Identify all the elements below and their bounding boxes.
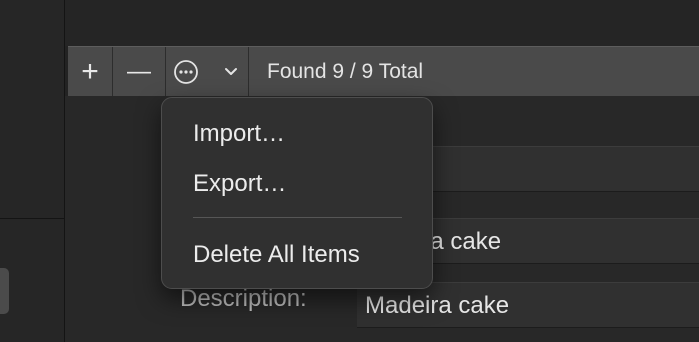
add-button[interactable]: +	[68, 47, 112, 96]
ellipsis-circle-icon	[174, 59, 198, 84]
description-label: Description:	[180, 285, 307, 312]
chevron-down-icon	[225, 67, 237, 75]
actions-menu: Import… Export… Delete All Items	[161, 97, 433, 289]
menu-item-delete-all[interactable]: Delete All Items	[193, 241, 360, 269]
menu-item-export[interactable]: Export…	[193, 170, 286, 198]
description-field-value: Madeira cake	[365, 292, 510, 319]
found-count-status: Found 9 / 9 Total	[267, 59, 424, 83]
top-area	[65, 0, 699, 46]
left-sidebar	[0, 0, 65, 342]
list-toolbar: + — Found 9 / 9 Total	[68, 46, 699, 97]
menu-item-import[interactable]: Import…	[193, 120, 285, 148]
menu-separator	[193, 217, 402, 218]
empty-field[interactable]	[427, 146, 699, 192]
more-actions-dropdown[interactable]	[216, 47, 246, 96]
sidebar-scroll-handle[interactable]	[0, 268, 9, 314]
toolbar-divider	[248, 47, 249, 96]
remove-button[interactable]: —	[113, 47, 165, 96]
sidebar-divider	[0, 218, 64, 219]
more-actions-button[interactable]	[166, 47, 206, 96]
